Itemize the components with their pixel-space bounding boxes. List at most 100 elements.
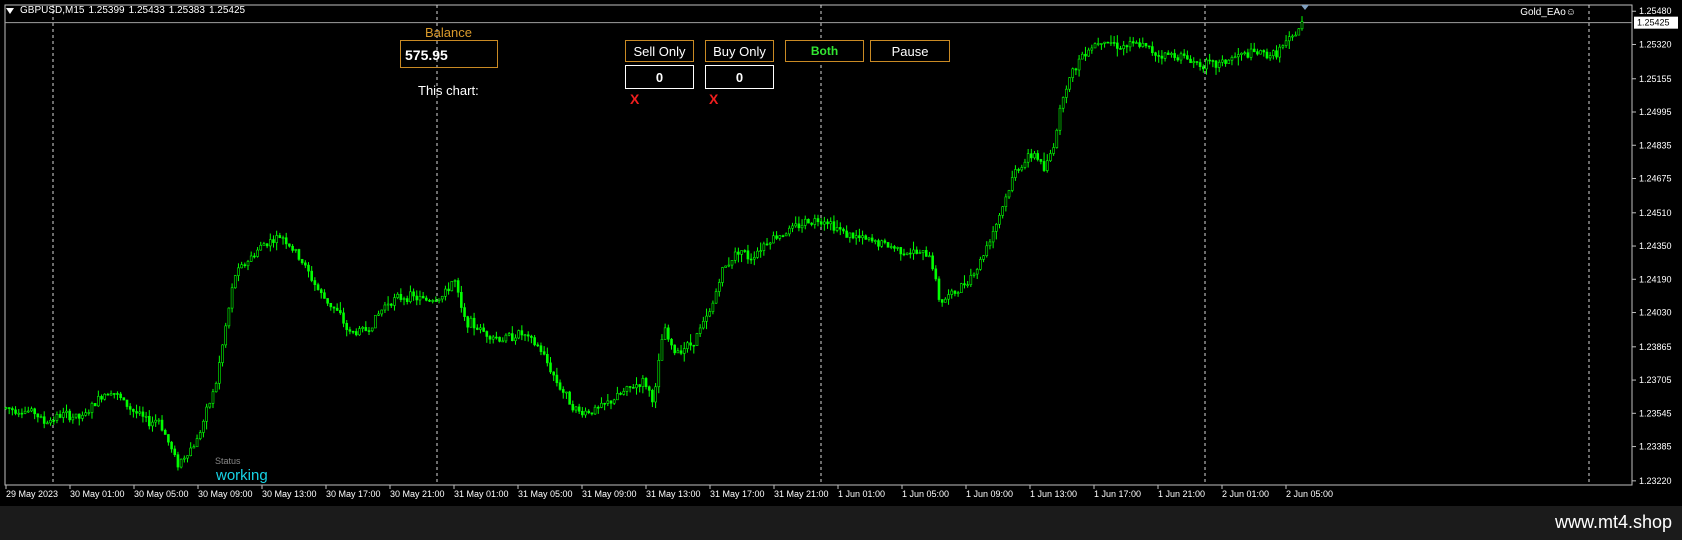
time-tick-label: 2 Jun 05:00 xyxy=(1286,489,1333,499)
candle-body xyxy=(351,330,355,333)
candle-body xyxy=(1214,60,1218,68)
time-tick-label: 31 May 05:00 xyxy=(518,489,573,499)
candle-body xyxy=(686,342,689,349)
candle-body xyxy=(724,265,727,268)
time-tick-label: 1 Jun 09:00 xyxy=(966,489,1013,499)
time-tick-label: 30 May 17:00 xyxy=(326,489,381,499)
candle-body xyxy=(498,336,501,342)
candle-body xyxy=(1201,66,1205,70)
candle-body xyxy=(65,410,68,413)
candle-body xyxy=(581,410,584,416)
candle-body xyxy=(641,378,645,387)
chart-menu-triangle-icon[interactable] xyxy=(6,7,14,14)
candle-body xyxy=(950,290,954,295)
candle-body xyxy=(33,408,36,415)
candle-body xyxy=(192,446,196,449)
candle-body xyxy=(1077,58,1081,71)
candle-body xyxy=(526,334,530,337)
close-buy-close-icon[interactable]: X xyxy=(709,91,718,107)
both-button[interactable]: Both xyxy=(785,40,864,62)
candle-body xyxy=(281,237,285,240)
candle-body xyxy=(886,242,890,248)
time-tick-label: 31 May 21:00 xyxy=(774,489,829,499)
candle-body xyxy=(377,313,380,316)
candle-body xyxy=(93,403,97,407)
candle-body xyxy=(590,412,594,415)
price-tick-label: 1.24030 xyxy=(1639,308,1672,318)
candle-body xyxy=(877,240,880,247)
candle-body xyxy=(310,270,313,281)
candle-body xyxy=(883,240,887,243)
candle-body xyxy=(1020,167,1024,171)
candle-body xyxy=(616,393,619,401)
candle-body xyxy=(389,303,393,306)
candle-body xyxy=(507,333,511,336)
candle-body xyxy=(1151,46,1154,54)
chart-area[interactable]: 1.25480 1.25320 1.25155 1.24995 1.24835 1.246… xyxy=(0,0,1682,506)
candle-body xyxy=(339,310,342,314)
candle-body xyxy=(186,455,189,459)
this-chart-label: This chart: xyxy=(418,83,479,98)
candle-body xyxy=(979,259,982,270)
candle-body xyxy=(1080,53,1084,60)
candle-body xyxy=(1211,60,1215,62)
expert-advisor-label[interactable]: Gold_EAo☺ xyxy=(1520,7,1576,18)
candle-body xyxy=(249,255,253,262)
candle-body xyxy=(561,389,565,393)
candle-body xyxy=(288,243,291,247)
sell-only-button[interactable]: Sell Only xyxy=(625,40,694,62)
candle-body xyxy=(1166,52,1170,55)
price-tick-label: 1.25320 xyxy=(1639,39,1672,49)
candle-body xyxy=(998,215,1001,225)
candle-body xyxy=(826,221,829,225)
candle-body xyxy=(84,412,87,416)
buy-only-button[interactable]: Buy Only xyxy=(705,40,774,62)
candle-body xyxy=(1259,50,1262,55)
price-tick-label: 1.23545 xyxy=(1639,408,1672,418)
candle-body xyxy=(517,330,520,339)
candle-body xyxy=(396,293,399,298)
candle-body xyxy=(1249,48,1253,58)
candle-body xyxy=(1045,160,1049,171)
close-sell-close-icon[interactable]: X xyxy=(630,91,639,107)
candle-body xyxy=(479,327,482,330)
candle-body xyxy=(921,250,925,253)
candle-body xyxy=(332,306,336,309)
candle-body xyxy=(62,412,65,418)
candle-body xyxy=(756,250,759,258)
candle-body xyxy=(81,414,84,419)
candle-body xyxy=(1039,159,1043,162)
candle-body xyxy=(491,336,495,340)
candle-body xyxy=(1090,47,1094,51)
candle-body xyxy=(1246,52,1250,58)
candle-body xyxy=(727,264,731,267)
candle-body xyxy=(893,246,896,249)
candle-body xyxy=(253,255,256,258)
candle-body xyxy=(791,225,794,229)
candle-body xyxy=(702,320,705,329)
candle-body xyxy=(520,330,524,336)
candle-body xyxy=(606,400,610,404)
candle-body xyxy=(1170,53,1173,55)
candle-body xyxy=(816,218,820,223)
candle-body xyxy=(450,281,454,292)
pause-button[interactable]: Pause xyxy=(870,40,950,62)
candle-body xyxy=(577,406,581,412)
candle-body xyxy=(603,402,606,405)
candle-body xyxy=(243,264,247,267)
candle-body xyxy=(740,250,743,255)
candle-body xyxy=(218,362,221,384)
candle-body xyxy=(1237,54,1240,58)
candle-body xyxy=(829,221,833,225)
candle-body xyxy=(240,264,243,269)
candle-body xyxy=(937,278,941,300)
candle-body xyxy=(565,391,568,394)
price-chart[interactable]: 1.25480 1.25320 1.25155 1.24995 1.24835 1.246… xyxy=(0,0,1682,506)
candle-body xyxy=(861,235,864,239)
time-tick-label: 30 May 05:00 xyxy=(134,489,189,499)
candle-body xyxy=(386,303,390,306)
candle-body xyxy=(160,419,164,431)
candle-body xyxy=(654,386,657,403)
candle-body xyxy=(584,410,587,416)
candle-body xyxy=(405,298,409,302)
